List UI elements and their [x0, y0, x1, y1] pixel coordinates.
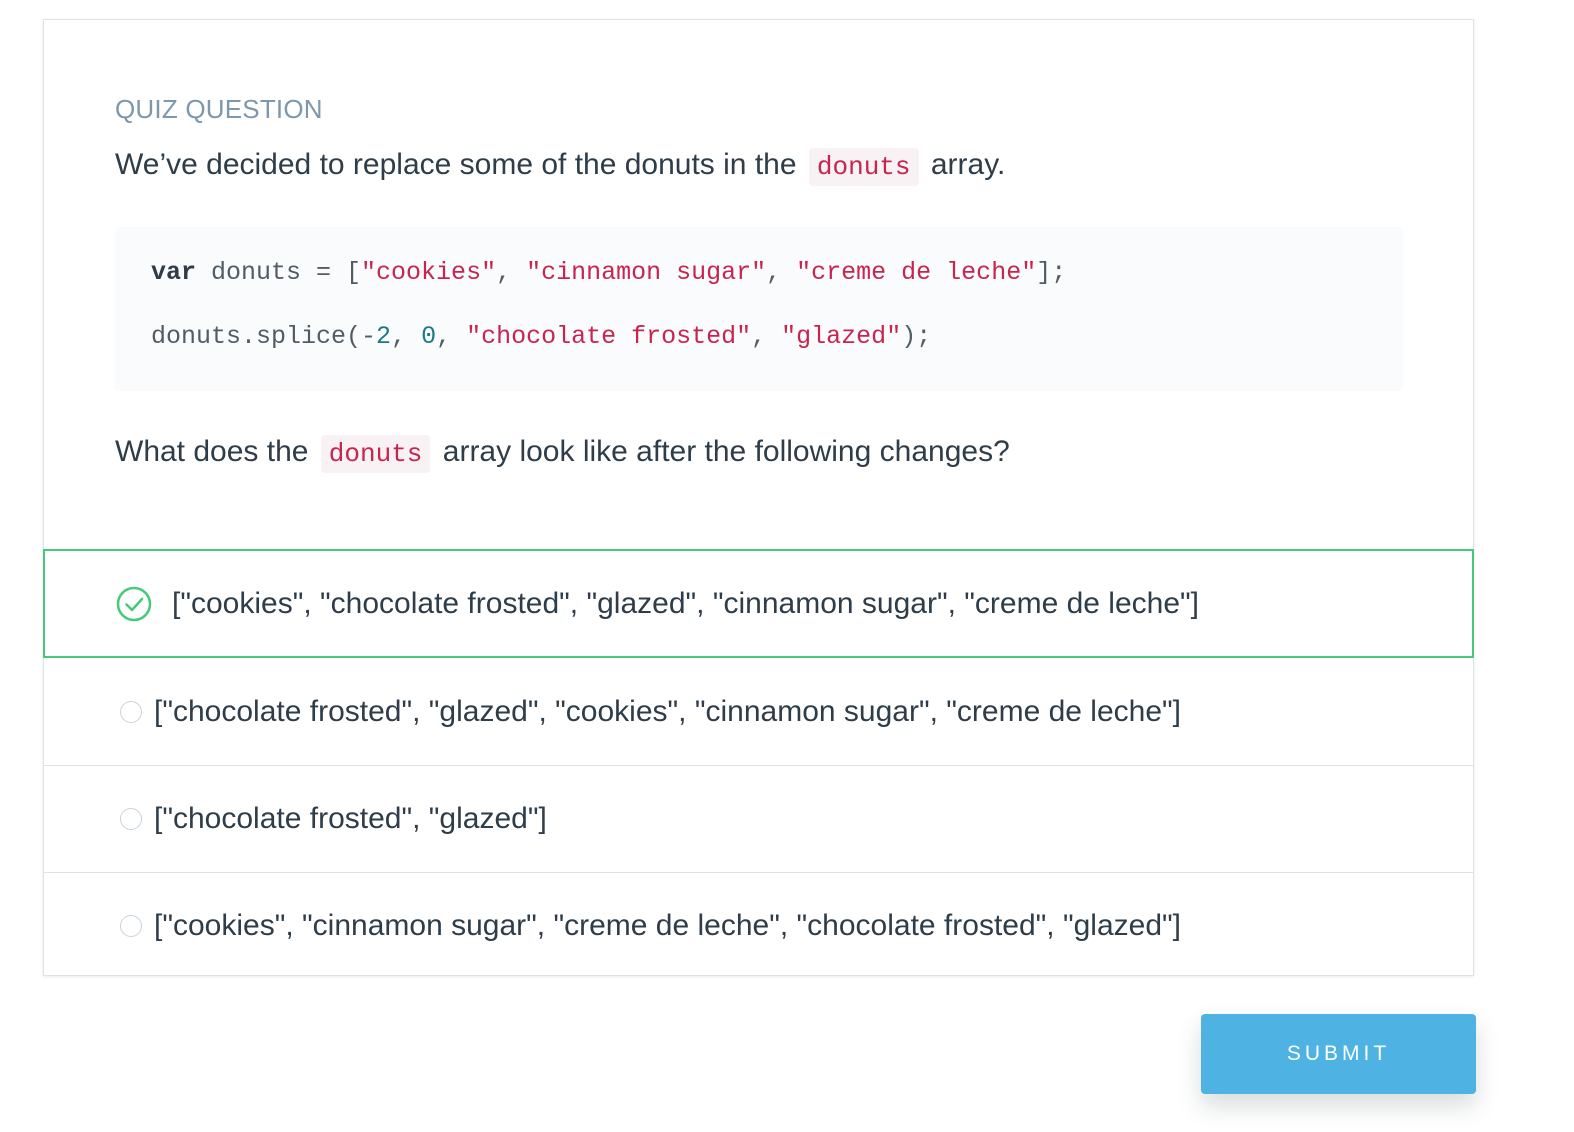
code-text: , — [766, 258, 797, 287]
radio-circle-icon[interactable] — [120, 915, 142, 937]
check-circle-icon — [116, 586, 152, 621]
radio-circle-icon[interactable] — [120, 700, 142, 723]
code-text: ); — [901, 322, 932, 351]
prompt-inline-code: donuts — [808, 148, 919, 186]
code-keyword-var: var — [151, 258, 197, 287]
answer-option-4[interactable]: ["cookies", "cinnamon sugar", "creme de … — [44, 872, 1473, 979]
answer-option-label: ["cookies", "cinnamon sugar", "creme de … — [154, 909, 1182, 942]
quiz-label: QUIZ QUESTION — [115, 94, 323, 124]
code-text: , — [751, 322, 782, 351]
code-number: 2 — [376, 322, 392, 351]
prompt-text-after: array. — [930, 148, 1006, 181]
prompt-text-before: We’ve decided to replace some of the don… — [115, 148, 797, 181]
answer-option-2[interactable]: ["chocolate frosted", "glazed", "cookies… — [44, 658, 1473, 765]
code-text: donuts = [ — [196, 258, 362, 287]
code-text: ]; — [1036, 258, 1067, 287]
code-line-2: donuts.splice(-2, 0, "chocolate frosted"… — [151, 321, 1367, 353]
answer-option-3[interactable]: ["chocolate frosted", "glazed"] — [44, 765, 1473, 872]
question-text-before: What does the — [115, 435, 309, 468]
code-string: "creme de leche" — [796, 258, 1037, 287]
question-inline-code: donuts — [320, 435, 431, 473]
answer-option-label: ["chocolate frosted", "glazed"] — [154, 802, 547, 835]
code-string: "cookies" — [361, 258, 497, 287]
code-string: "chocolate frosted" — [466, 322, 752, 351]
question-text-after: array look like after the following chan… — [442, 435, 1010, 468]
code-text: , — [391, 322, 422, 351]
answer-option-label: ["cookies", "chocolate frosted", "glazed… — [172, 586, 1200, 620]
answer-option-1[interactable]: ["cookies", "chocolate frosted", "glazed… — [43, 549, 1474, 658]
code-text: donuts.splice(- — [151, 322, 377, 351]
answer-option-label: ["chocolate frosted", "glazed", "cookies… — [154, 694, 1182, 728]
code-text: , — [496, 258, 527, 287]
radio-circle-icon[interactable] — [120, 808, 142, 830]
code-block: var donuts = ["cookies", "cinnamon sugar… — [115, 227, 1403, 391]
quiz-prompt: We’ve decided to replace some of the don… — [115, 148, 1006, 186]
code-number: 0 — [421, 322, 437, 351]
quiz-question: What does the donuts array look like aft… — [115, 435, 1010, 473]
code-line-1: var donuts = ["cookies", "cinnamon sugar… — [151, 257, 1367, 289]
quiz-card: QUIZ QUESTION We’ve decided to replace s… — [43, 19, 1474, 976]
submit-button[interactable]: SUBMIT — [1201, 1014, 1476, 1094]
answer-options: ["cookies", "chocolate frosted", "glazed… — [43, 549, 1474, 979]
code-text: , — [436, 322, 467, 351]
code-string: "glazed" — [781, 322, 902, 351]
code-string: "cinnamon sugar" — [526, 258, 767, 287]
